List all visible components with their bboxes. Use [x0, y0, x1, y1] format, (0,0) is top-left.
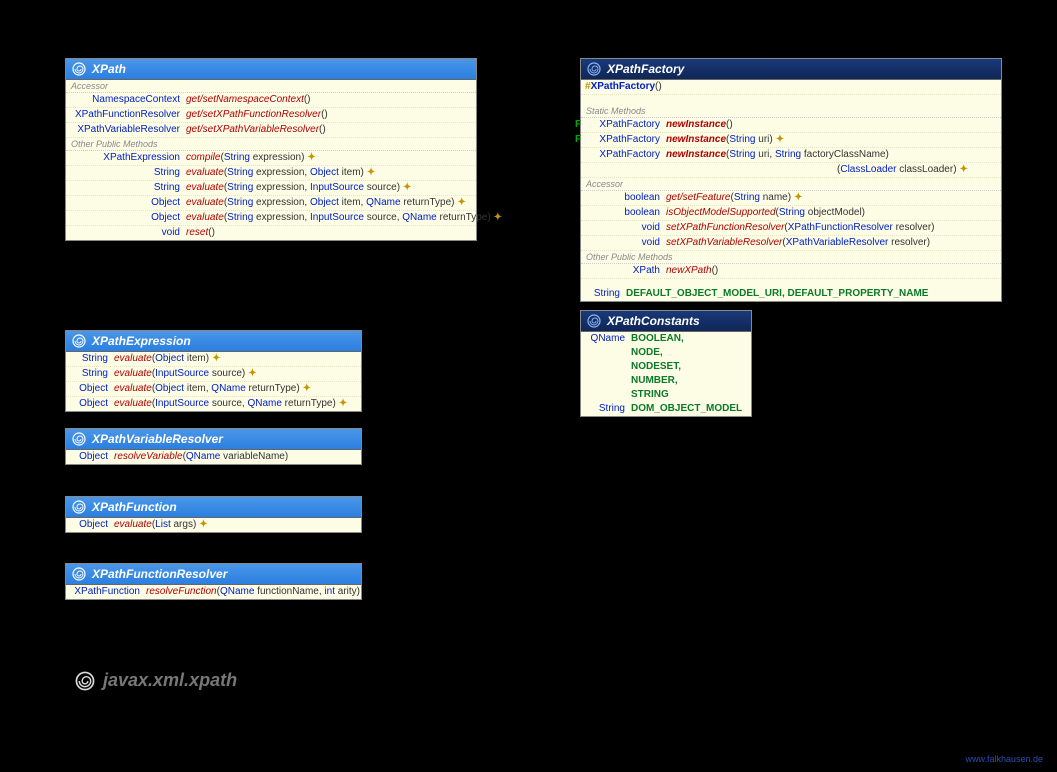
class-header: XPathFactory — [581, 59, 1001, 80]
spiral-icon — [72, 334, 86, 348]
method-row: Stringevaluate (Object item)✦ — [66, 352, 361, 367]
method-row: XPathExpressioncompile (String expressio… — [66, 151, 476, 166]
class-body: # XPathFactory ()Static MethodsFXPathFac… — [581, 80, 1001, 301]
section-label: Other Public Methods — [66, 138, 476, 151]
class-xpath-expression: XPathExpression Stringevaluate (Object i… — [65, 330, 362, 412]
class-title: XPathExpression — [92, 334, 191, 348]
spiral-icon — [587, 314, 601, 328]
method-row: (ClassLoader classLoader)✦ — [581, 163, 1001, 178]
class-body: XPathFunctionresolveFunction (QName func… — [66, 585, 361, 599]
method-row: Stringevaluate (String expression, Input… — [66, 181, 476, 196]
spiral-icon — [72, 567, 86, 581]
class-title: XPathFunctionResolver — [92, 567, 227, 581]
method-row: XPathFunctionresolveFunction (QName func… — [66, 585, 361, 599]
section-label: Accessor — [66, 80, 476, 93]
class-body: QNameBOOLEAN,NODE,NODESET,NUMBER,STRINGS… — [581, 332, 751, 416]
package-name: javax.xml.xpath — [103, 670, 237, 691]
class-title: XPathFunction — [92, 500, 177, 514]
spiral-icon — [72, 62, 86, 76]
class-xpath-factory: XPathFactory # XPathFactory () Static Met… — [580, 58, 1002, 302]
section-label: Static Methods — [581, 105, 1001, 118]
method-row: XPathFactorynewInstance (String uri, Str… — [581, 148, 1001, 163]
class-body: Objectevaluate (List args)✦ — [66, 518, 361, 532]
class-header: XPathExpression — [66, 331, 361, 352]
method-row: voidsetXPathVariableResolver (XPathVaria… — [581, 236, 1001, 251]
constant-row: StringDOM_OBJECT_MODEL — [581, 402, 751, 416]
class-header: XPath — [66, 59, 476, 80]
spiral-icon — [72, 432, 86, 446]
class-header: XPathFunctionResolver — [66, 564, 361, 585]
spiral-icon — [72, 500, 86, 514]
method-row: booleanget/setFeature (String name)✦ — [581, 191, 1001, 206]
method-row: XPathVariableResolverget/setXPathVariabl… — [66, 123, 476, 138]
class-title: XPathFactory — [607, 62, 684, 76]
method-row: FXPathFactorynewInstance (String uri)✦ — [581, 133, 1001, 148]
class-body: AccessorNamespaceContextget/setNamespace… — [66, 80, 476, 240]
class-title: XPath — [92, 62, 126, 76]
class-xpath-function: XPathFunction Objectevaluate (List args)… — [65, 496, 362, 533]
method-row: Stringevaluate (InputSource source)✦ — [66, 367, 361, 382]
method-row: Objectevaluate (String expression, Objec… — [66, 196, 476, 211]
class-xpath-function-resolver: XPathFunctionResolver XPathFunctionresol… — [65, 563, 362, 600]
method-row: XPathnewXPath () — [581, 264, 1001, 279]
spiral-icon — [75, 671, 95, 691]
section-label: Accessor — [581, 178, 1001, 191]
constant-row: STRING — [581, 388, 751, 402]
method-row: Objectevaluate (String expression, Input… — [66, 211, 476, 226]
package-title: javax.xml.xpath — [75, 670, 237, 691]
class-body: ObjectresolveVariable (QName variableNam… — [66, 450, 361, 464]
constant-row: NUMBER, — [581, 374, 751, 388]
method-row: FXPathFactorynewInstance () — [581, 118, 1001, 133]
class-xpath-constants: XPathConstants QNameBOOLEAN,NODE,NODESET… — [580, 310, 752, 417]
method-row: Stringevaluate (String expression, Objec… — [66, 166, 476, 181]
method-row: voidsetXPathFunctionResolver (XPathFunct… — [581, 221, 1001, 236]
method-row: Objectevaluate (InputSource source, QNam… — [66, 397, 361, 411]
method-row: ObjectresolveVariable (QName variableNam… — [66, 450, 361, 464]
footer-credit: www.falkhausen.de — [965, 754, 1043, 764]
method-row: Objectevaluate (List args)✦ — [66, 518, 361, 532]
class-body: Stringevaluate (Object item)✦Stringevalu… — [66, 352, 361, 411]
class-header: XPathFunction — [66, 497, 361, 518]
method-row: Objectevaluate (Object item, QName retur… — [66, 382, 361, 397]
constant-row: NODE, — [581, 346, 751, 360]
constructor-row: # XPathFactory () — [581, 80, 1001, 95]
method-row: booleanisObjectModelSupported (String ob… — [581, 206, 1001, 221]
method-row: NamespaceContextget/setNamespaceContext … — [66, 93, 476, 108]
class-title: XPathVariableResolver — [92, 432, 223, 446]
section-label: Other Public Methods — [581, 251, 1001, 264]
class-title: XPathConstants — [607, 314, 700, 328]
class-header: XPathVariableResolver — [66, 429, 361, 450]
constant-row: NODESET, — [581, 360, 751, 374]
constants-row: StringDEFAULT_OBJECT_MODEL_URI, DEFAULT_… — [581, 287, 1001, 301]
constant-row: QNameBOOLEAN, — [581, 332, 751, 346]
class-header: XPathConstants — [581, 311, 751, 332]
class-xpath: XPath AccessorNamespaceContextget/setNam… — [65, 58, 477, 241]
method-row: voidreset () — [66, 226, 476, 240]
class-xpath-variable-resolver: XPathVariableResolver ObjectresolveVaria… — [65, 428, 362, 465]
spiral-icon — [587, 62, 601, 76]
method-row: XPathFunctionResolverget/setXPathFunctio… — [66, 108, 476, 123]
